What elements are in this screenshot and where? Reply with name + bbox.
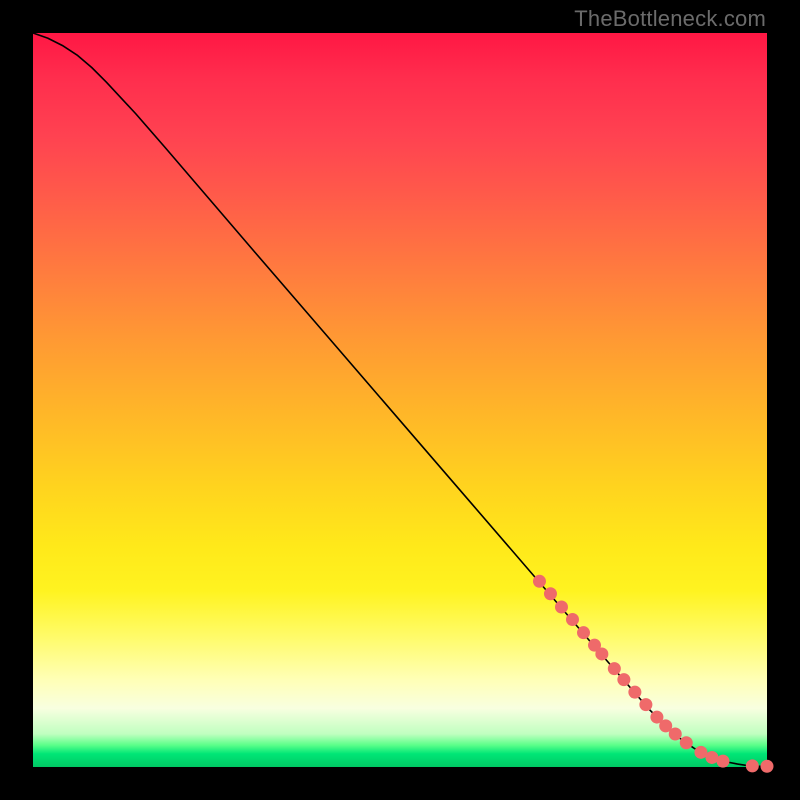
marker-group — [533, 575, 774, 773]
marker-dot — [595, 647, 608, 660]
marker-dot — [617, 673, 630, 686]
marker-dot — [680, 736, 693, 749]
marker-dot — [628, 686, 641, 699]
marker-dot — [533, 575, 546, 588]
marker-dot — [705, 751, 718, 764]
marker-dot — [544, 587, 557, 600]
marker-dot — [669, 727, 682, 740]
marker-dot — [577, 626, 590, 639]
curve-line — [33, 33, 767, 766]
marker-dot — [716, 755, 729, 768]
marker-dot — [555, 600, 568, 613]
marker-dot — [761, 760, 774, 773]
watermark-text: TheBottleneck.com — [574, 6, 766, 32]
chart-overlay — [33, 33, 767, 767]
marker-dot — [639, 698, 652, 711]
marker-dot — [608, 662, 621, 675]
chart-frame: TheBottleneck.com — [0, 0, 800, 800]
marker-dot — [746, 759, 759, 772]
marker-dot — [566, 613, 579, 626]
